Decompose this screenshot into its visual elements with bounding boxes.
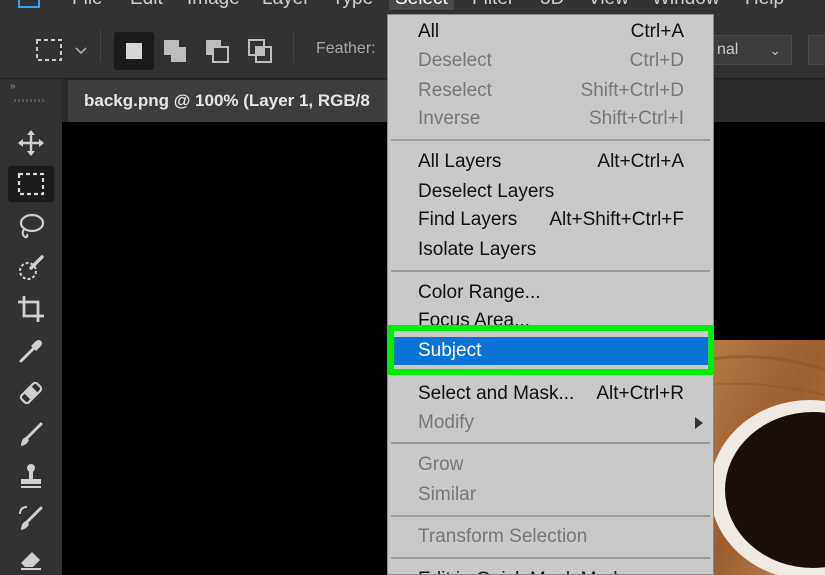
coffee-photo [705,340,825,575]
select-menu-dropdown: All Ctrl+A Deselect Ctrl+D Reselect Shif… [387,14,714,575]
lasso-tool[interactable] [8,208,54,244]
menu-filter[interactable]: Filter [472,0,514,10]
move-tool[interactable] [8,125,54,161]
history-brush-tool[interactable] [8,500,54,536]
menu-help[interactable]: Help [745,0,784,10]
menu-edit[interactable]: Edit [130,0,163,10]
menu-3d[interactable]: 3D [540,0,564,10]
menu-item-grow[interactable]: Grow [388,451,713,479]
clone-stamp-icon [21,464,41,488]
move-icon [18,130,44,156]
menu-item-color-range[interactable]: Color Range... [388,279,713,307]
quick-selection-icon [19,255,44,280]
width-field[interactable] [808,35,825,65]
menu-item-reselect[interactable]: Reselect Shift+Ctrl+D [388,77,713,105]
menu-separator [391,139,710,141]
menu-item-focus-area[interactable]: Focus Area... [388,307,713,335]
menu-item-transform-selection[interactable]: Transform Selection [388,523,713,551]
menu-separator [391,557,710,559]
crop-icon [18,296,44,322]
menu-separator [391,515,710,517]
history-brush-icon [19,506,43,530]
brush-tool[interactable] [8,416,54,452]
menu-type[interactable]: Type [332,0,373,10]
menu-separator [391,270,710,272]
menu-item-all[interactable]: All Ctrl+A [388,18,713,46]
healing-brush-tool[interactable] [8,375,54,411]
menu-item-all-layers[interactable]: All Layers Alt+Ctrl+A [388,148,713,176]
menu-item-similar[interactable]: Similar [388,481,713,509]
add-selection-icon[interactable] [162,38,190,71]
new-selection-icon[interactable] [114,32,154,70]
rectangular-marquee-icon [17,172,45,196]
menu-file[interactable]: File [72,0,103,10]
eraser-tool[interactable] [8,539,54,575]
quick-selection-tool[interactable] [8,250,54,286]
menu-item-inverse[interactable]: Inverse Shift+Ctrl+I [388,105,713,133]
menu-item-find-layers[interactable]: Find Layers Alt+Shift+Ctrl+F [388,206,713,234]
chevron-down-icon: ⌄ [769,42,781,58]
app-logo-icon [18,0,40,8]
eraser-icon [21,552,41,570]
brush-icon [21,422,43,446]
eyedropper-icon [19,340,42,363]
collapse-toolbar-icon[interactable]: » [10,81,17,92]
intersect-selection-icon[interactable] [247,38,275,71]
eyedropper-tool[interactable] [8,333,54,369]
rectangular-marquee-tool[interactable] [8,166,54,202]
crop-tool[interactable] [8,291,54,327]
healing-brush-icon [19,381,43,405]
menu-item-subject[interactable]: Subject [388,337,713,365]
menu-separator [391,372,710,374]
toolbar-grip-handle[interactable] [14,99,46,102]
menu-separator [391,442,710,444]
menu-item-modify[interactable]: Modify [388,409,713,437]
lasso-icon [19,213,45,239]
menu-bar: File Edit Image Layer Type Select Filter… [0,0,825,12]
menu-view[interactable]: View [588,0,629,10]
marquee-rect-icon[interactable] [36,38,88,69]
menu-item-deselect[interactable]: Deselect Ctrl+D [388,47,713,75]
menu-image[interactable]: Image [187,0,240,10]
submenu-arrow-icon [695,417,703,429]
menu-select[interactable]: Select [389,0,454,10]
subtract-selection-icon[interactable] [204,38,232,71]
menu-layer[interactable]: Layer [262,0,310,10]
style-dropdown-value: nal [717,41,739,58]
menu-item-deselect-layers[interactable]: Deselect Layers [388,178,713,206]
menu-item-select-and-mask[interactable]: Select and Mask... Alt+Ctrl+R [388,380,713,408]
tools-panel: » [0,79,63,575]
document-tab[interactable]: backg.png @ 100% (Layer 1, RGB/8 [68,80,398,122]
clone-stamp-tool[interactable] [8,458,54,494]
menu-item-isolate-layers[interactable]: Isolate Layers [388,236,713,264]
feather-label: Feather: [316,40,376,57]
menu-window[interactable]: Window [652,0,720,10]
menu-item-quick-mask[interactable]: Edit in Quick Mask Mode [388,566,713,574]
